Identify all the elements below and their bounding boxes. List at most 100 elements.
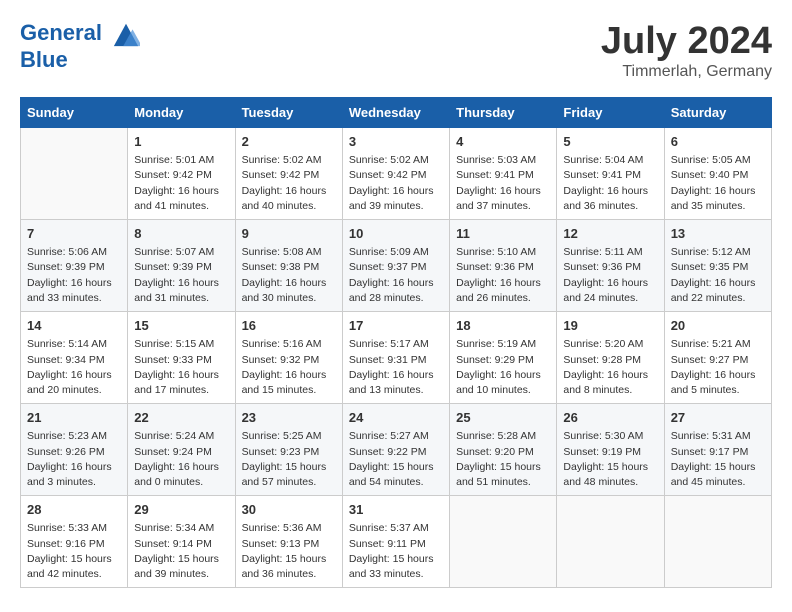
day-info: Sunrise: 5:07 AM Sunset: 9:39 PM Dayligh…	[134, 245, 228, 306]
day-info: Sunrise: 5:19 AM Sunset: 9:29 PM Dayligh…	[456, 337, 550, 398]
day-info: Sunrise: 5:36 AM Sunset: 9:13 PM Dayligh…	[242, 521, 336, 582]
day-info: Sunrise: 5:17 AM Sunset: 9:31 PM Dayligh…	[349, 337, 443, 398]
day-header-tuesday: Tuesday	[235, 98, 342, 128]
day-number: 11	[456, 225, 550, 243]
calendar-cell: 12 Sunrise: 5:11 AM Sunset: 9:36 PM Dayli…	[557, 220, 664, 312]
page-header: General Blue July 2024 Timmerlah, German…	[20, 20, 772, 81]
day-header-wednesday: Wednesday	[342, 98, 449, 128]
day-info: Sunrise: 5:08 AM Sunset: 9:38 PM Dayligh…	[242, 245, 336, 306]
calendar-cell: 20Sunrise: 5:21 AM Sunset: 9:27 PM Dayli…	[664, 312, 771, 404]
day-info: Sunrise: 5:02 AM Sunset: 9:42 PM Dayligh…	[349, 153, 443, 214]
day-header-saturday: Saturday	[664, 98, 771, 128]
calendar-cell	[450, 496, 557, 588]
day-info: Sunrise: 5:21 AM Sunset: 9:27 PM Dayligh…	[671, 337, 765, 398]
day-number: 3	[349, 133, 443, 151]
day-number: 14	[27, 317, 121, 335]
day-info: Sunrise: 5:04 AM Sunset: 9:41 PM Dayligh…	[563, 153, 657, 214]
day-number: 22	[134, 409, 228, 427]
calendar-cell: 29 Sunrise: 5:34 AM Sunset: 9:14 PM Dayli…	[128, 496, 235, 588]
day-number: 8	[134, 225, 228, 243]
day-number: 16	[242, 317, 336, 335]
day-header-sunday: Sunday	[21, 98, 128, 128]
day-number: 1	[134, 133, 228, 151]
day-info: Sunrise: 5:23 AM Sunset: 9:26 PM Dayligh…	[27, 429, 121, 490]
day-number: 17	[349, 317, 443, 335]
calendar-cell: 2Sunrise: 5:02 AM Sunset: 9:42 PM Daylig…	[235, 128, 342, 220]
day-number: 27	[671, 409, 765, 427]
day-info: Sunrise: 5:14 AM Sunset: 9:34 PM Dayligh…	[27, 337, 121, 398]
calendar-cell: 15Sunrise: 5:15 AM Sunset: 9:33 PM Dayli…	[128, 312, 235, 404]
day-header-thursday: Thursday	[450, 98, 557, 128]
calendar-cell: 31 Sunrise: 5:37 AM Sunset: 9:11 PM Dayli…	[342, 496, 449, 588]
day-number: 15	[134, 317, 228, 335]
calendar-cell: 19Sunrise: 5:20 AM Sunset: 9:28 PM Dayli…	[557, 312, 664, 404]
calendar-cell: 25 Sunrise: 5:28 AM Sunset: 9:20 PM Dayli…	[450, 404, 557, 496]
calendar-cell: 9 Sunrise: 5:08 AM Sunset: 9:38 PM Daylig…	[235, 220, 342, 312]
day-number: 30	[242, 501, 336, 519]
month-title: July 2024	[601, 20, 772, 63]
calendar-cell: 26Sunrise: 5:30 AM Sunset: 9:19 PM Dayli…	[557, 404, 664, 496]
day-info: Sunrise: 5:09 AM Sunset: 9:37 PM Dayligh…	[349, 245, 443, 306]
day-number: 21	[27, 409, 121, 427]
day-info: Sunrise: 5:12 AM Sunset: 9:35 PM Dayligh…	[671, 245, 765, 306]
logo-icon	[112, 20, 140, 48]
day-info: Sunrise: 5:03 AM Sunset: 9:41 PM Dayligh…	[456, 153, 550, 214]
calendar-cell: 23Sunrise: 5:25 AM Sunset: 9:23 PM Dayli…	[235, 404, 342, 496]
day-number: 6	[671, 133, 765, 151]
calendar-cell	[664, 496, 771, 588]
day-number: 25	[456, 409, 550, 427]
calendar-cell: 27Sunrise: 5:31 AM Sunset: 9:17 PM Dayli…	[664, 404, 771, 496]
day-number: 26	[563, 409, 657, 427]
day-number: 5	[563, 133, 657, 151]
week-row-5: 28Sunrise: 5:33 AM Sunset: 9:16 PM Dayli…	[21, 496, 772, 588]
calendar-table: SundayMondayTuesdayWednesdayThursdayFrid…	[20, 97, 772, 588]
day-number: 4	[456, 133, 550, 151]
day-number: 28	[27, 501, 121, 519]
calendar-cell: 30 Sunrise: 5:36 AM Sunset: 9:13 PM Dayli…	[235, 496, 342, 588]
calendar-cell: 3 Sunrise: 5:02 AM Sunset: 9:42 PM Daylig…	[342, 128, 449, 220]
calendar-cell: 22Sunrise: 5:24 AM Sunset: 9:24 PM Dayli…	[128, 404, 235, 496]
day-number: 29	[134, 501, 228, 519]
calendar-cell	[21, 128, 128, 220]
calendar-cell: 18 Sunrise: 5:19 AM Sunset: 9:29 PM Dayli…	[450, 312, 557, 404]
day-header-monday: Monday	[128, 98, 235, 128]
day-number: 7	[27, 225, 121, 243]
calendar-cell: 16 Sunrise: 5:16 AM Sunset: 9:32 PM Dayli…	[235, 312, 342, 404]
header-row: SundayMondayTuesdayWednesdayThursdayFrid…	[21, 98, 772, 128]
calendar-cell: 13 Sunrise: 5:12 AM Sunset: 9:35 PM Dayli…	[664, 220, 771, 312]
day-number: 13	[671, 225, 765, 243]
day-number: 31	[349, 501, 443, 519]
day-number: 18	[456, 317, 550, 335]
calendar-cell: 7 Sunrise: 5:06 AM Sunset: 9:39 PM Daylig…	[21, 220, 128, 312]
logo-blue: Blue	[20, 47, 68, 72]
day-info: Sunrise: 5:10 AM Sunset: 9:36 PM Dayligh…	[456, 245, 550, 306]
calendar-cell: 24Sunrise: 5:27 AM Sunset: 9:22 PM Dayli…	[342, 404, 449, 496]
week-row-2: 7 Sunrise: 5:06 AM Sunset: 9:39 PM Daylig…	[21, 220, 772, 312]
logo-general: General	[20, 20, 102, 45]
day-info: Sunrise: 5:37 AM Sunset: 9:11 PM Dayligh…	[349, 521, 443, 582]
day-info: Sunrise: 5:11 AM Sunset: 9:36 PM Dayligh…	[563, 245, 657, 306]
day-info: Sunrise: 5:20 AM Sunset: 9:28 PM Dayligh…	[563, 337, 657, 398]
calendar-cell: 1Sunrise: 5:01 AM Sunset: 9:42 PM Daylig…	[128, 128, 235, 220]
logo-text: General Blue	[20, 20, 140, 72]
day-info: Sunrise: 5:34 AM Sunset: 9:14 PM Dayligh…	[134, 521, 228, 582]
day-number: 10	[349, 225, 443, 243]
day-header-friday: Friday	[557, 98, 664, 128]
calendar-cell: 21 Sunrise: 5:23 AM Sunset: 9:26 PM Dayli…	[21, 404, 128, 496]
day-info: Sunrise: 5:28 AM Sunset: 9:20 PM Dayligh…	[456, 429, 550, 490]
day-number: 2	[242, 133, 336, 151]
calendar-cell: 10 Sunrise: 5:09 AM Sunset: 9:37 PM Dayli…	[342, 220, 449, 312]
day-info: Sunrise: 5:16 AM Sunset: 9:32 PM Dayligh…	[242, 337, 336, 398]
day-info: Sunrise: 5:25 AM Sunset: 9:23 PM Dayligh…	[242, 429, 336, 490]
calendar-cell: 11 Sunrise: 5:10 AM Sunset: 9:36 PM Dayli…	[450, 220, 557, 312]
week-row-1: 1Sunrise: 5:01 AM Sunset: 9:42 PM Daylig…	[21, 128, 772, 220]
day-info: Sunrise: 5:05 AM Sunset: 9:40 PM Dayligh…	[671, 153, 765, 214]
day-info: Sunrise: 5:06 AM Sunset: 9:39 PM Dayligh…	[27, 245, 121, 306]
day-number: 9	[242, 225, 336, 243]
calendar-cell: 28Sunrise: 5:33 AM Sunset: 9:16 PM Dayli…	[21, 496, 128, 588]
calendar-cell: 8 Sunrise: 5:07 AM Sunset: 9:39 PM Daylig…	[128, 220, 235, 312]
day-number: 12	[563, 225, 657, 243]
calendar-cell: 14 Sunrise: 5:14 AM Sunset: 9:34 PM Dayli…	[21, 312, 128, 404]
location-subtitle: Timmerlah, Germany	[601, 63, 772, 81]
week-row-3: 14 Sunrise: 5:14 AM Sunset: 9:34 PM Dayli…	[21, 312, 772, 404]
